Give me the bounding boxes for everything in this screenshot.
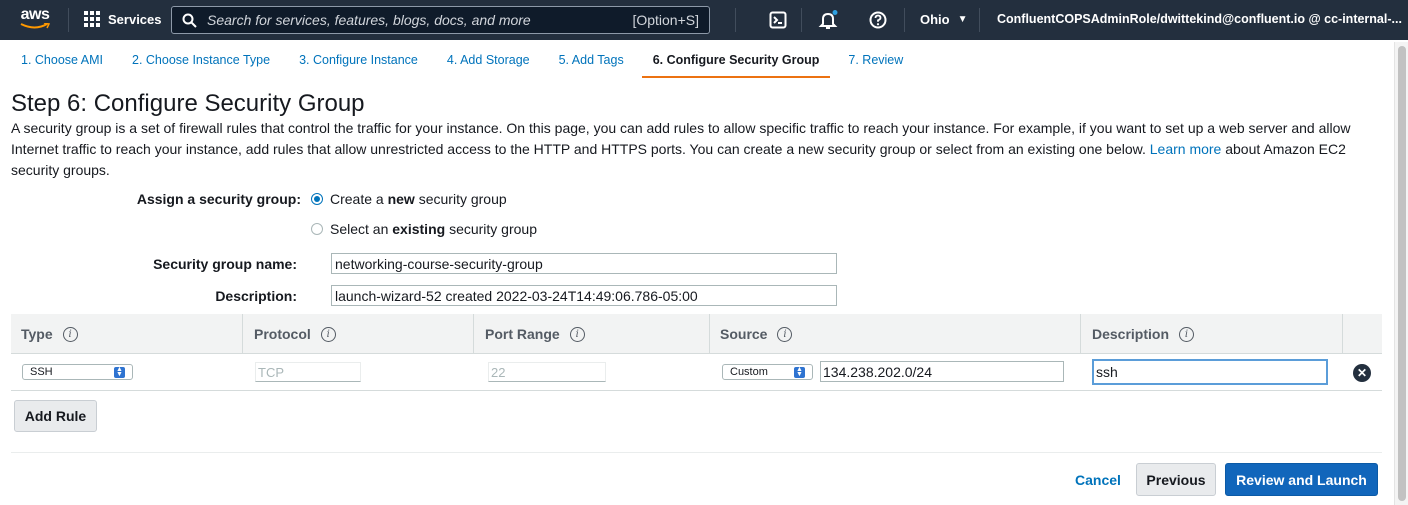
- column-header-type: Type i: [21, 326, 78, 342]
- nav-divider: [735, 8, 736, 32]
- radio-button-unchecked[interactable]: [311, 223, 323, 235]
- nav-divider: [801, 8, 802, 32]
- grid-icon: [84, 11, 100, 27]
- type-select[interactable]: SSH ▲ ▼: [22, 364, 133, 380]
- tab-choose-instance-type[interactable]: 2. Choose Instance Type: [121, 44, 281, 78]
- services-menu[interactable]: Services: [84, 11, 162, 27]
- security-rules-table: Type i Protocol i Port Range i Source i Desc…: [11, 314, 1382, 391]
- tab-choose-ami[interactable]: 1. Choose AMI: [10, 44, 114, 78]
- region-label: Ohio: [920, 12, 950, 27]
- security-group-name-label: Security group name:: [153, 256, 297, 272]
- protocol-input: [255, 362, 361, 382]
- column-header-port-range: Port Range i: [485, 326, 585, 342]
- header-source-text: Source: [720, 326, 768, 342]
- radio-create-text-post: security group: [418, 191, 507, 207]
- source-mode-select[interactable]: Custom ▲ ▼: [722, 364, 813, 380]
- header-protocol-text: Protocol: [254, 326, 311, 342]
- radio-create-text-bold: new: [387, 191, 415, 207]
- assign-security-group-label: Assign a security group:: [136, 191, 301, 207]
- aws-logo[interactable]: aws: [17, 7, 53, 33]
- column-header-protocol: Protocol i: [254, 326, 336, 342]
- caret-down-icon: ▼: [957, 14, 968, 25]
- column-header-description: Description i: [1092, 326, 1195, 342]
- column-divider: [242, 314, 243, 354]
- services-label: Services: [108, 11, 162, 27]
- radio-select-text-bold: existing: [392, 221, 446, 237]
- wizard-step-tabs: 1. Choose AMI 2. Choose Instance Type 3.…: [10, 44, 921, 78]
- select-arrows-icon: ▲ ▼: [114, 366, 125, 378]
- nav-divider: [979, 8, 980, 32]
- info-icon[interactable]: i: [320, 326, 336, 342]
- radio-create-label: Create a new security group: [330, 191, 507, 207]
- radio-select-existing[interactable]: Select an existing security group: [311, 221, 537, 237]
- info-icon[interactable]: i: [62, 326, 78, 342]
- aws-logo-text: aws: [20, 6, 50, 23]
- column-divider: [709, 314, 710, 354]
- column-divider: [473, 314, 474, 354]
- radio-select-text-pre: Select an: [330, 221, 389, 237]
- radio-select-text-post: security group: [449, 221, 537, 237]
- select-arrows-icon: ▲ ▼: [794, 366, 805, 378]
- help-icon[interactable]: [868, 10, 888, 30]
- tab-configure-instance[interactable]: 3. Configure Instance: [288, 44, 429, 78]
- radio-create-new[interactable]: Create a new security group: [311, 191, 507, 207]
- nav-divider: [904, 8, 905, 32]
- header-port-range-text: Port Range: [485, 326, 560, 342]
- learn-more-link[interactable]: Learn more: [1150, 141, 1222, 157]
- vertical-scrollbar[interactable]: [1394, 42, 1408, 505]
- column-header-source: Source i: [720, 326, 793, 342]
- port-range-input: [488, 362, 606, 382]
- aws-smile-icon: [20, 23, 50, 29]
- tab-review[interactable]: 7. Review: [837, 44, 914, 78]
- radio-button-checked[interactable]: [311, 193, 323, 205]
- search-input[interactable]: Search for services, features, blogs, do…: [171, 6, 710, 34]
- radio-create-text-pre: Create a: [330, 191, 384, 207]
- cancel-button[interactable]: Cancel: [1075, 472, 1121, 488]
- scrollbar-thumb[interactable]: [1398, 46, 1406, 501]
- search-shortcut: [Option+S]: [632, 12, 699, 28]
- footer-divider: [11, 452, 1382, 453]
- remove-rule-icon[interactable]: ✕: [1353, 364, 1371, 382]
- add-rule-button[interactable]: Add Rule: [14, 400, 97, 432]
- table-header: Type i Protocol i Port Range i Source i Desc…: [11, 314, 1382, 354]
- nav-divider: [68, 8, 69, 32]
- info-icon[interactable]: i: [1179, 326, 1195, 342]
- table-row: SSH ▲▼ Custom ▲▼ ✕: [11, 354, 1382, 391]
- type-select-value: SSH: [30, 366, 53, 378]
- rule-description-input[interactable]: [1092, 359, 1328, 385]
- review-and-launch-button[interactable]: Review and Launch: [1225, 463, 1378, 496]
- account-label: ConfluentCOPSAdminRole/dwittekind@conflu…: [997, 12, 1402, 26]
- tab-configure-security-group[interactable]: 6. Configure Security Group: [641, 44, 831, 78]
- region-selector[interactable]: Ohio ▼: [920, 12, 968, 27]
- column-divider: [1342, 314, 1343, 354]
- account-menu[interactable]: ConfluentCOPSAdminRole/dwittekind@conflu…: [997, 12, 1408, 26]
- intro-paragraph: A security group is a set of firewall ru…: [11, 118, 1386, 181]
- info-icon[interactable]: i: [777, 326, 793, 342]
- radio-select-label: Select an existing security group: [330, 221, 537, 237]
- tab-add-storage[interactable]: 4. Add Storage: [436, 44, 541, 78]
- description-input[interactable]: [331, 285, 837, 306]
- notifications-bell-icon[interactable]: [818, 10, 838, 30]
- page-title: Step 6: Configure Security Group: [11, 90, 365, 117]
- info-icon[interactable]: i: [569, 326, 585, 342]
- source-cidr-input[interactable]: [820, 361, 1064, 382]
- description-label: Description:: [215, 288, 297, 304]
- previous-button[interactable]: Previous: [1136, 463, 1216, 496]
- tab-add-tags[interactable]: 5. Add Tags: [548, 44, 635, 78]
- column-divider: [1080, 314, 1081, 354]
- search-placeholder: Search for services, features, blogs, do…: [207, 12, 531, 28]
- header-description-text: Description: [1092, 326, 1170, 342]
- cloudshell-icon[interactable]: [768, 10, 788, 30]
- security-group-name-input[interactable]: [331, 253, 837, 274]
- source-mode-value: Custom: [730, 366, 768, 378]
- search-icon: [182, 13, 197, 28]
- top-navigation-bar: aws Services Search for services, featur…: [0, 0, 1408, 40]
- header-type-text: Type: [21, 326, 53, 342]
